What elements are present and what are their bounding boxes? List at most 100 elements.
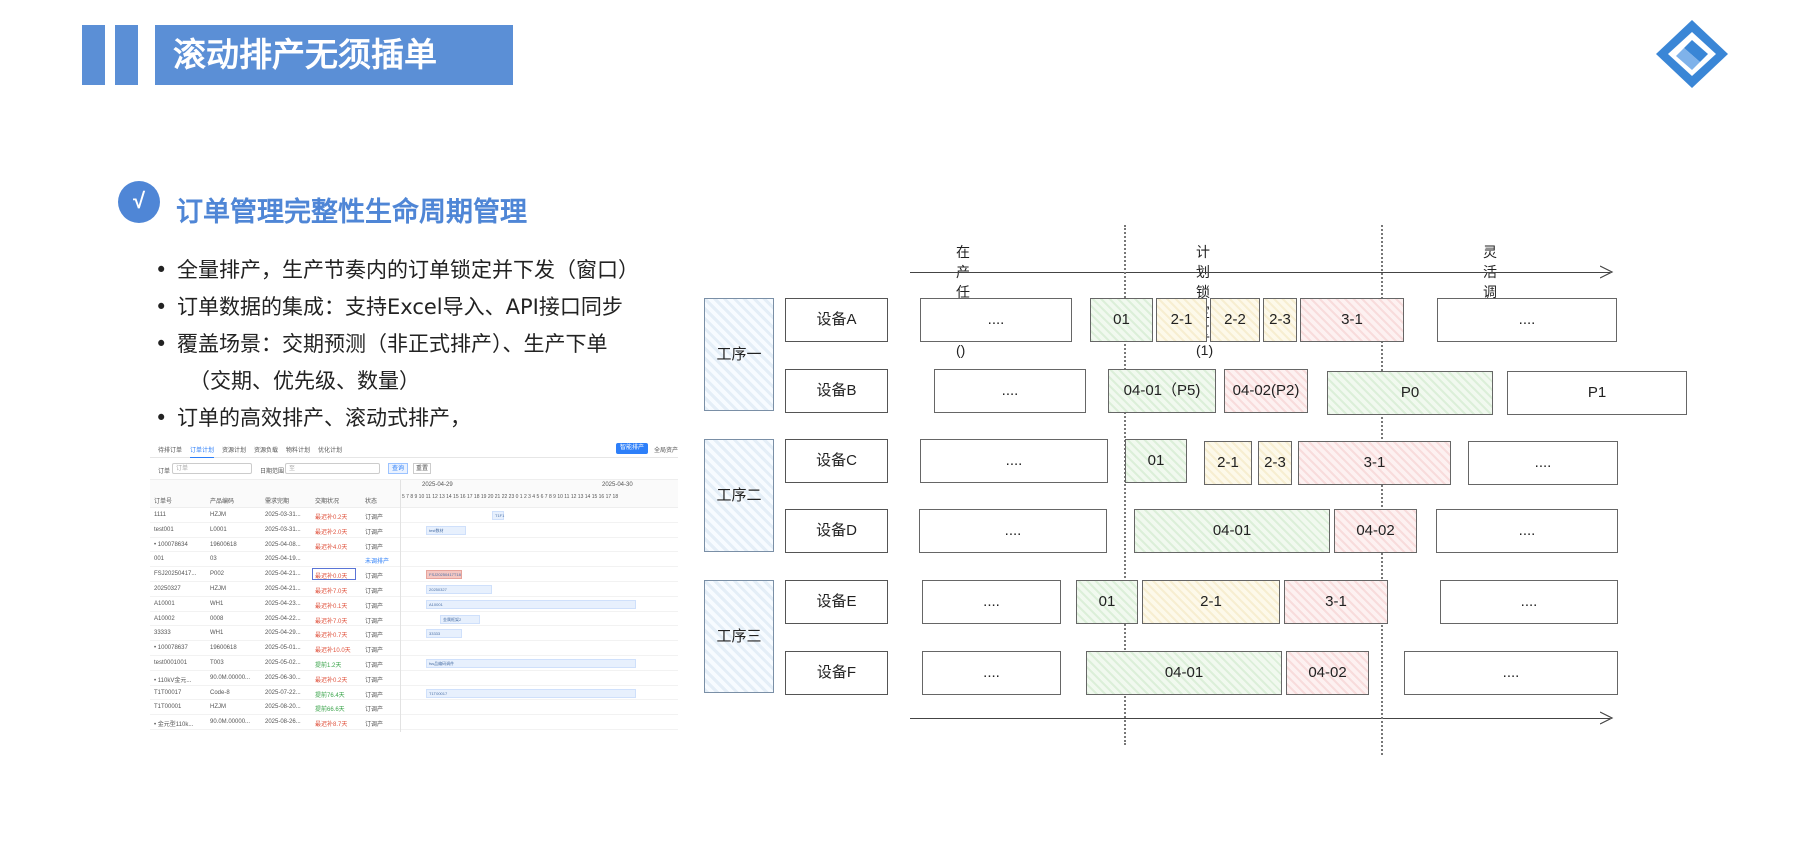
smart-schedule-button[interactable]: 智能排产 [616, 443, 648, 454]
gantt-bar[interactable]: fss品编码调件 [426, 658, 636, 668]
cell-state: 订调产 [365, 692, 384, 699]
gantt-bar[interactable]: 20250327 [426, 584, 492, 594]
cell-date: 2025-03-31... [265, 512, 301, 518]
cell-status: 最迟补0.2天 [315, 515, 348, 521]
tab-resource-load[interactable]: 资源负载 [254, 445, 278, 454]
cell-code: WH1 [210, 600, 224, 607]
task-cell: 2-2 [1210, 298, 1260, 342]
gantt-bar[interactable]: 33333 [426, 629, 462, 639]
tab-resource-plan[interactable]: 资源计划 [222, 445, 246, 454]
cell-code: WH1 [210, 630, 224, 637]
cell-date: 2025-08-26... [265, 719, 301, 726]
table-row[interactable]: T1T00001 HZJM 2025-08-20... 提前66.6天 订调产 [150, 700, 678, 716]
process-1: 工序一 [704, 298, 774, 411]
query-button[interactable]: 查询 [388, 463, 408, 474]
cell-id: T1T00017 [154, 689, 182, 696]
task-cell: 3-1 [1298, 441, 1451, 485]
gantt-bar[interactable]: A10001 [426, 599, 636, 609]
table-row[interactable]: 33333 WH1 2025-04-29... 最迟补0.7天 订调产 33333 [150, 626, 678, 642]
cell-id: A10002 [154, 615, 175, 622]
task-cell: .... [934, 369, 1086, 413]
date-range-input[interactable]: 至 [285, 463, 380, 474]
table-row[interactable]: 1111 HZJM 2025-03-31... 最迟补0.2天 订调产 T1F1 [150, 508, 678, 523]
cell-state: 订调产 [365, 707, 384, 714]
task-cell: .... [922, 651, 1061, 695]
reset-button[interactable]: 重置 [413, 463, 431, 474]
side-link[interactable]: 全局资产 [654, 445, 678, 454]
order-table-screenshot: 待排订单 订单计划 资源计划 资源负载 物料计划 优化计划 智能排产 全局资产 … [150, 440, 678, 732]
cell-date: 2025-04-21... [265, 571, 301, 578]
cell-code: 19600618 [210, 541, 237, 548]
cell-code: 90.0M.00000... [210, 674, 251, 681]
cell-code: P002 [210, 571, 225, 578]
table-row[interactable]: A10002 0008 2025-04-22... 最迟补7.0天 订调产 金属框架2 [150, 612, 678, 627]
gantt-bar[interactable]: T1T00017 [426, 688, 636, 698]
table-row[interactable]: test0001001 T003 2025-05-02... 提前1.2天 订调产 fss… [150, 656, 678, 671]
gantt-divider [400, 480, 401, 732]
table-row[interactable]: • 100078634 19600618 2025-04-08... 最迟补4.0天 订… [150, 538, 678, 553]
date-right: 2025-04-30 [602, 482, 633, 488]
tab-optimize-plan[interactable]: 优化计划 [318, 445, 342, 454]
cell-status: 提前66.6天 [315, 707, 345, 714]
gantt-bar-label: A10001 [429, 601, 443, 607]
gantt-bar[interactable]: test数材 [426, 525, 466, 535]
cell-status: 最迟补4.0天 [315, 544, 348, 551]
cell-status: 提前1.2天 [315, 662, 342, 669]
cell-id: 20250327 [154, 585, 181, 592]
task-cell: 04-01 [1134, 509, 1330, 553]
filter-order-label: 订单 [158, 469, 171, 475]
task-cell: 2-1 [1142, 580, 1280, 624]
process-3: 工序三 [704, 580, 774, 693]
timeline-arrow [910, 272, 1610, 273]
table-row[interactable]: T1T00017 Code-8 2025-07-22... 提前76.4天 订调产 T1T… [150, 686, 678, 701]
col-product-code: 产品编码 [210, 499, 235, 505]
task-cell: 04-02 [1286, 651, 1369, 695]
col-delivery-status: 交期状况 [315, 499, 340, 505]
arrow-head-icon [1600, 711, 1614, 725]
bullet-item: 覆盖场景：交期预测（非正式排产）、生产下单 [155, 326, 695, 363]
table-row[interactable]: A10001 WH1 2025-04-23... 最迟补0.1天 订调产 A10001 [150, 597, 678, 612]
device-d: 设备D [785, 509, 888, 553]
gantt-bar[interactable]: FSJ20250417T18 [426, 570, 462, 580]
order-select[interactable]: 订单 [172, 463, 252, 474]
gantt-bar-label: 金属框架2 [443, 616, 462, 622]
gantt-bar-label: 33333 [429, 631, 441, 637]
cell-state: 订调产 [365, 515, 384, 521]
cell-code: 03 [210, 556, 217, 563]
task-cell: 04-02 [1334, 509, 1417, 553]
header-decor-bar [115, 25, 138, 85]
cell-status: 最迟补2.0天 [315, 529, 348, 536]
cell-date: 2025-05-01... [265, 645, 301, 652]
task-cell: 2-1 [1156, 298, 1207, 342]
task-cell: .... [919, 509, 1107, 553]
gantt-date-header: 2025-04-29 2025-04-30 5 7 8 9 10 11 12 1… [402, 480, 678, 508]
table-body: 1111 HZJM 2025-03-31... 最迟补0.2天 订调产 T1F1 test0… [150, 508, 678, 730]
table-row[interactable]: • 金元型110k... 90.0M.00000... 2025-08-26... 最… [150, 715, 678, 730]
cell-code: HZJM [210, 704, 226, 711]
tab-material-plan[interactable]: 物料计划 [286, 445, 310, 454]
task-cell: .... [920, 439, 1108, 483]
task-cell: P1 [1507, 371, 1687, 415]
bullet-item: 订单的高效排产、滚动式排产， [155, 400, 695, 437]
gantt-bar[interactable]: T1F1 [492, 511, 504, 520]
cell-state: 订调产 [365, 544, 384, 551]
table-row[interactable]: • 100078637 19600618 2025-05-01... 最迟补10.0天… [150, 641, 678, 656]
cell-date: 2025-07-22... [265, 689, 301, 696]
tab-pending[interactable]: 待排订单 [158, 445, 182, 454]
tab-order-plan[interactable]: 订单计划 [190, 445, 215, 458]
cell-state: 订调产 [365, 633, 384, 640]
table-row[interactable]: 20250327 HZJM 2025-04-21... 最迟补7.0天 订调产 20250… [150, 582, 678, 597]
gantt-bar[interactable]: 金属框架2 [440, 614, 480, 624]
task-cell: .... [1468, 441, 1618, 485]
cell-date: 2025-08-20... [265, 704, 301, 711]
cell-state: 订调产 [365, 618, 384, 625]
table-row[interactable]: FSJ20250417... P002 2025-04-21... 最迟补0.0天 订调… [150, 567, 678, 582]
table-row[interactable]: • 110kV金元... 90.0M.00000... 2025-06-30... 最… [150, 671, 678, 686]
cell-state: 订调产 [365, 722, 384, 729]
selected-cell[interactable] [312, 568, 356, 581]
cell-code: Code-8 [210, 689, 230, 696]
task-cell: 3-1 [1284, 580, 1388, 624]
task-cell: 04-02(P2) [1224, 369, 1308, 413]
table-row[interactable]: 001 03 2025-04-19... 未调排产 [150, 552, 678, 568]
table-row[interactable]: test001 L0001 2025-03-31... 最迟补2.0天 订调产 test数… [150, 523, 678, 538]
